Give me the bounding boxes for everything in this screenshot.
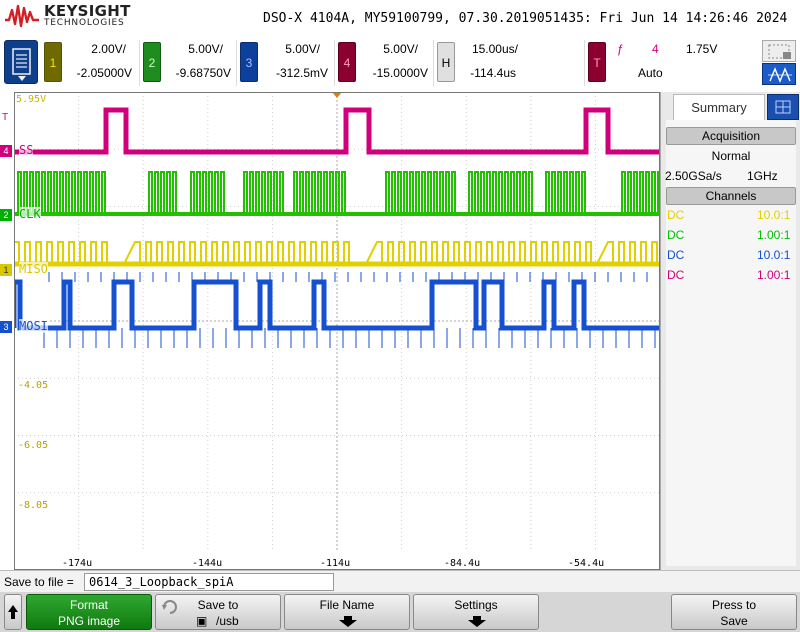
channel-4-offset: -15.0000V [372, 66, 428, 80]
tab-summary[interactable]: Summary [673, 94, 765, 120]
waveform-canvas [14, 92, 660, 550]
usb-icon: ▣ [196, 614, 208, 628]
x-label-3: -114u [320, 558, 351, 569]
acquisition-header: Acquisition [666, 127, 796, 145]
divider [139, 40, 140, 86]
y-label-2: -6.05 [18, 440, 49, 451]
down-arrow-icon [339, 616, 357, 627]
channel-4-marker[interactable]: 4 [0, 145, 12, 157]
acquisition-mode: Normal [711, 149, 751, 163]
trigger-source: 4 [652, 42, 659, 56]
clk-trace [14, 171, 660, 215]
channel-2-offset: -9.68750V [175, 66, 231, 80]
keysight-wave-icon [5, 4, 39, 28]
trace-label-ss: SS [19, 143, 34, 157]
channel-1-scale: 2.00V/ [91, 42, 126, 56]
save-file-bar: Save to file = 0614_3_Loopback_spiA [0, 570, 800, 592]
ch4-probe: 1.00:1 [757, 268, 791, 282]
divider [334, 40, 335, 86]
divider [584, 40, 585, 86]
file-name-title: File Name [319, 598, 375, 612]
filename-field[interactable]: 0614_3_Loopback_spiA [84, 573, 334, 591]
press-to-save-softkey[interactable]: Press to Save [671, 594, 797, 630]
save-label: Save [720, 614, 748, 628]
x-label-5: -54.4u [568, 558, 605, 569]
ch3-probe: 10.0:1 [757, 248, 791, 262]
save-to-value: /usb [216, 614, 239, 628]
softkey-bar: Format PNG image Save to ▣ /usb File Nam… [0, 592, 800, 632]
bandwidth: 1GHz [747, 169, 778, 183]
file-name-softkey[interactable]: File Name [284, 594, 410, 630]
trace-label-mosi: MOSI [19, 319, 48, 333]
miso-trace [14, 241, 660, 265]
channel-3-offset: -312.5mV [275, 66, 328, 80]
divider [236, 40, 237, 86]
menu-button[interactable] [4, 40, 38, 84]
channel-2-scale: 5.00V/ [188, 42, 223, 56]
horizontal-tab[interactable]: H [437, 42, 455, 82]
trigger-slope-icon: ƒ [617, 42, 624, 56]
channel-3-tab[interactable]: 3 [240, 42, 258, 82]
y-label-3: -8.05 [18, 500, 49, 511]
zoom-button[interactable] [762, 40, 796, 62]
channels-header: Channels [666, 187, 796, 205]
channel-2-tab[interactable]: 2 [143, 42, 161, 82]
format-value: PNG image [57, 614, 121, 628]
channel-1-marker[interactable]: 1 [0, 264, 12, 276]
trace-label-clk: CLK [19, 207, 41, 221]
x-label-2: -144u [192, 558, 223, 569]
channel-3-marker[interactable]: 3 [0, 321, 12, 333]
measure-button[interactable] [762, 63, 796, 85]
trigger-level-marker[interactable]: T [2, 112, 8, 123]
channel-4-scale: 5.00V/ [383, 42, 418, 56]
up-arrow-icon [8, 605, 18, 619]
save-to-file-label: Save to file = [4, 575, 74, 589]
channel-3-scale: 5.00V/ [285, 42, 320, 56]
y-label-1: -4.05 [18, 380, 49, 391]
horizontal-scale: 15.00us/ [471, 42, 518, 56]
top-voltage-label: 5.95V [16, 94, 47, 105]
instrument-title: DSO-X 4104A, MY59100799, 07.30.201905143… [263, 11, 788, 26]
trigger-tab[interactable]: T [588, 42, 606, 82]
format-softkey[interactable]: Format PNG image [26, 594, 152, 630]
zoom-box-icon [768, 44, 791, 59]
channel-2-marker[interactable]: 2 [0, 209, 12, 221]
ch2-coupling: DC [667, 228, 685, 242]
waveform-display[interactable]: 5.95V -4.05 -6.05 -8.05 -174u -144u -114… [14, 92, 660, 570]
channel-bar: 1 2.00V/ -2.05000V 2 5.00V/ -9.68750V 3 … [0, 36, 800, 92]
channel-4-tab[interactable]: 4 [338, 42, 356, 82]
horizontal-delay: -114.4us [470, 66, 516, 80]
ch1-probe: 10.0:1 [757, 208, 791, 222]
header-bar: KEYSIGHT TECHNOLOGIES DSO-X 4104A, MY591… [0, 0, 800, 36]
ch3-coupling: DC [667, 248, 685, 262]
ch2-probe: 1.00:1 [757, 228, 791, 242]
settings-title: Settings [454, 598, 498, 612]
press-to-label: Press to [711, 598, 756, 612]
grid-icon [775, 100, 791, 114]
x-label-4: -84.4u [444, 558, 481, 569]
brand-subtitle: TECHNOLOGIES [44, 18, 125, 28]
trigger-level: 1.75V [686, 42, 718, 56]
trigger-position-marker [332, 92, 342, 98]
settings-softkey[interactable]: Settings [413, 594, 539, 630]
trace-label-miso: MISO [19, 262, 48, 276]
back-button[interactable] [4, 594, 22, 630]
sample-rate: 2.50GSa/s [665, 169, 722, 183]
waveform-measure-icon [768, 67, 792, 83]
save-to-title: Save to [197, 598, 239, 612]
format-title: Format [69, 598, 108, 612]
summary-panel: Summary Acquisition Normal 2.50GSa/s 1GH… [660, 92, 800, 570]
channel-1-offset: -2.05000V [76, 66, 132, 80]
divider [433, 40, 434, 86]
notepad-icon [12, 48, 31, 81]
ch1-coupling: DC [667, 208, 685, 222]
ch4-coupling: DC [667, 268, 685, 282]
channel-1-tab[interactable]: 1 [44, 42, 62, 82]
save-to-softkey[interactable]: Save to ▣ /usb [155, 594, 281, 630]
down-arrow-icon [468, 616, 486, 627]
keysight-logo: KEYSIGHT TECHNOLOGIES [4, 2, 134, 32]
x-label-1: -174u [62, 558, 93, 569]
tab-next[interactable] [767, 94, 799, 120]
trigger-mode: Auto [638, 66, 663, 80]
